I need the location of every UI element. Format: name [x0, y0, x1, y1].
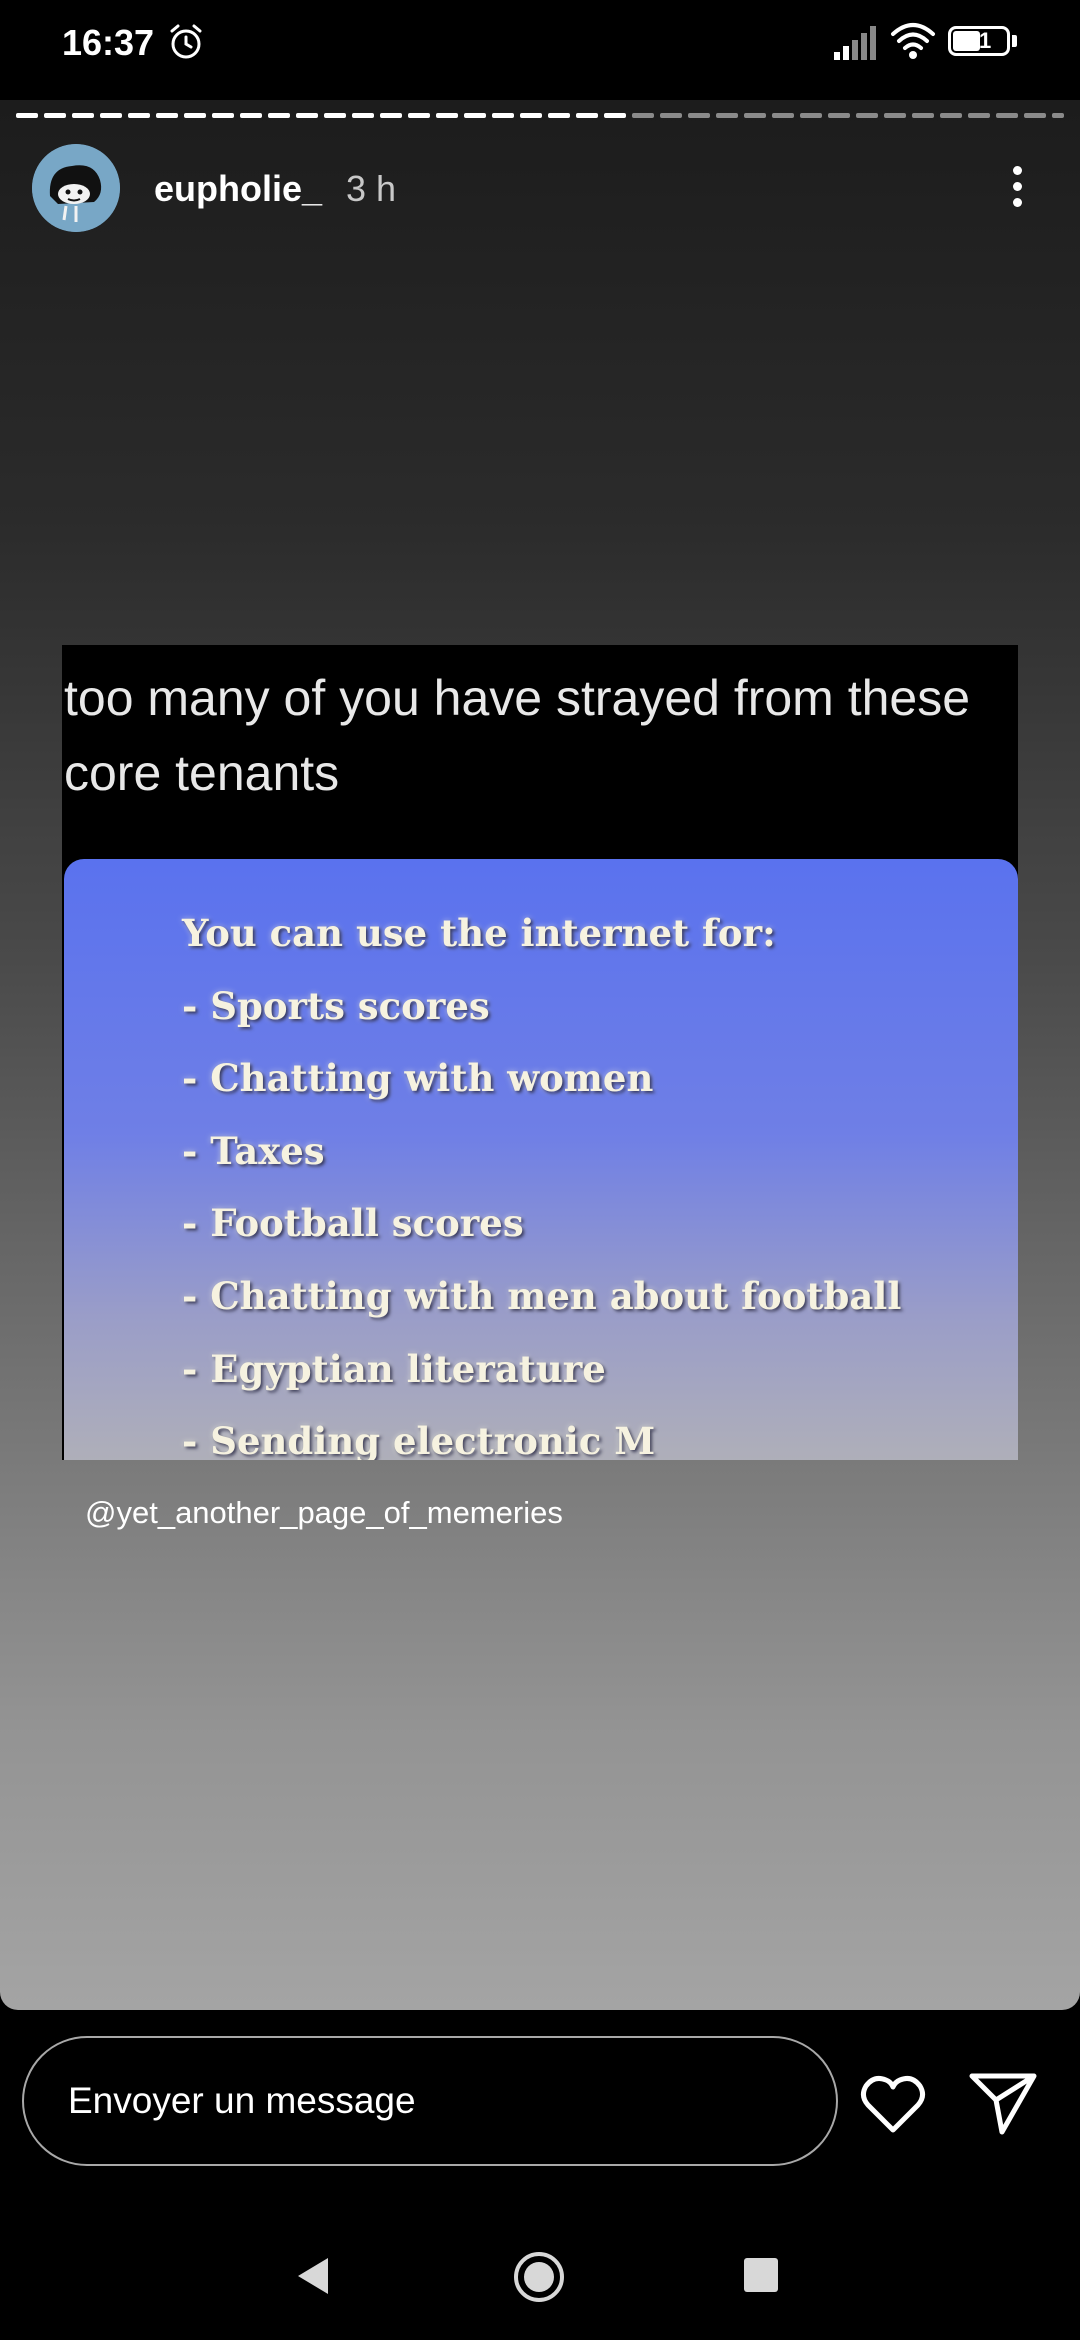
story-username[interactable]: eupholie_	[154, 168, 322, 210]
slide-line: - Sports scores	[182, 983, 490, 1028]
slide-line: - Football scores	[182, 1201, 524, 1246]
story-time-ago: 3 h	[346, 168, 397, 209]
progress-segment	[296, 113, 318, 118]
progress-segment	[72, 113, 94, 118]
recent-apps-icon[interactable]	[744, 2258, 778, 2292]
reply-bar: Envoyer un message	[0, 2010, 1080, 2210]
progress-segment	[940, 113, 962, 118]
progress-segment	[604, 113, 626, 118]
progress-segment	[240, 113, 262, 118]
progress-segment	[436, 113, 458, 118]
story-header: eupholie_ 3 h	[32, 144, 1048, 234]
progress-segment	[520, 113, 542, 118]
progress-segment	[1052, 113, 1064, 118]
progress-segment	[548, 113, 570, 118]
meme-image: too many of you have strayed from these …	[62, 645, 1018, 1460]
status-bar: 16:37 51	[0, 0, 1080, 90]
progress-segment	[100, 113, 122, 118]
home-icon[interactable]	[512, 2250, 566, 2304]
progress-segment	[828, 113, 850, 118]
navigation-bar	[0, 2210, 1080, 2340]
progress-segment	[16, 113, 38, 118]
progress-segment	[408, 113, 430, 118]
progress-segment	[800, 113, 822, 118]
status-time: 16:37	[62, 22, 155, 63]
wifi-icon	[891, 23, 935, 59]
story-viewer[interactable]: eupholie_ 3 h too many of you have stray…	[0, 100, 1080, 2010]
progress-segment	[912, 113, 934, 118]
send-icon[interactable]	[968, 2070, 1038, 2136]
progress-segment	[492, 113, 514, 118]
alarm-icon	[170, 24, 202, 59]
progress-segment	[660, 113, 682, 118]
slide-line: - Sending electronic M	[182, 1419, 656, 1460]
progress-segment	[380, 113, 402, 118]
slide-text: You can use the internet for: - Sports sc…	[182, 897, 901, 1460]
mention-sticker[interactable]: @yet_another_page_of_memeries	[85, 1495, 563, 1531]
progress-segment	[44, 113, 66, 118]
avatar[interactable]	[32, 144, 120, 232]
progress-segment	[968, 113, 990, 118]
progress-segment	[156, 113, 178, 118]
slide-line: - Chatting with women	[182, 1056, 654, 1101]
progress-segment	[996, 113, 1018, 118]
more-options-icon[interactable]	[1002, 160, 1032, 220]
progress-segment	[352, 113, 374, 118]
progress-segment	[184, 113, 206, 118]
progress-segment	[884, 113, 906, 118]
message-input[interactable]: Envoyer un message	[22, 2036, 838, 2166]
slide-line: You can use the internet for:	[182, 911, 776, 955]
progress-segment	[856, 113, 878, 118]
story-progress-bar	[16, 112, 1064, 120]
back-icon[interactable]	[292, 2254, 332, 2298]
progress-segment	[688, 113, 710, 118]
heart-icon[interactable]	[858, 2072, 928, 2136]
progress-segment	[212, 113, 234, 118]
progress-segment	[632, 113, 654, 118]
slide-line: - Chatting with men about football	[182, 1273, 902, 1318]
progress-segment	[716, 113, 738, 118]
battery-icon: 51	[948, 26, 1020, 60]
progress-segment	[128, 113, 150, 118]
progress-segment	[324, 113, 346, 118]
progress-segment	[1024, 113, 1046, 118]
meme-slide: You can use the internet for: - Sports sc…	[64, 859, 1018, 1460]
progress-segment	[464, 113, 486, 118]
signal-icon	[834, 26, 876, 60]
progress-segment	[744, 113, 766, 118]
battery-level: 51	[966, 28, 992, 53]
slide-line: - Egyptian literature	[182, 1346, 606, 1391]
meme-caption: too many of you have strayed from these …	[64, 670, 971, 801]
progress-segment	[268, 113, 290, 118]
progress-segment	[772, 113, 794, 118]
slide-line: - Taxes	[182, 1128, 325, 1173]
progress-segment	[576, 113, 598, 118]
